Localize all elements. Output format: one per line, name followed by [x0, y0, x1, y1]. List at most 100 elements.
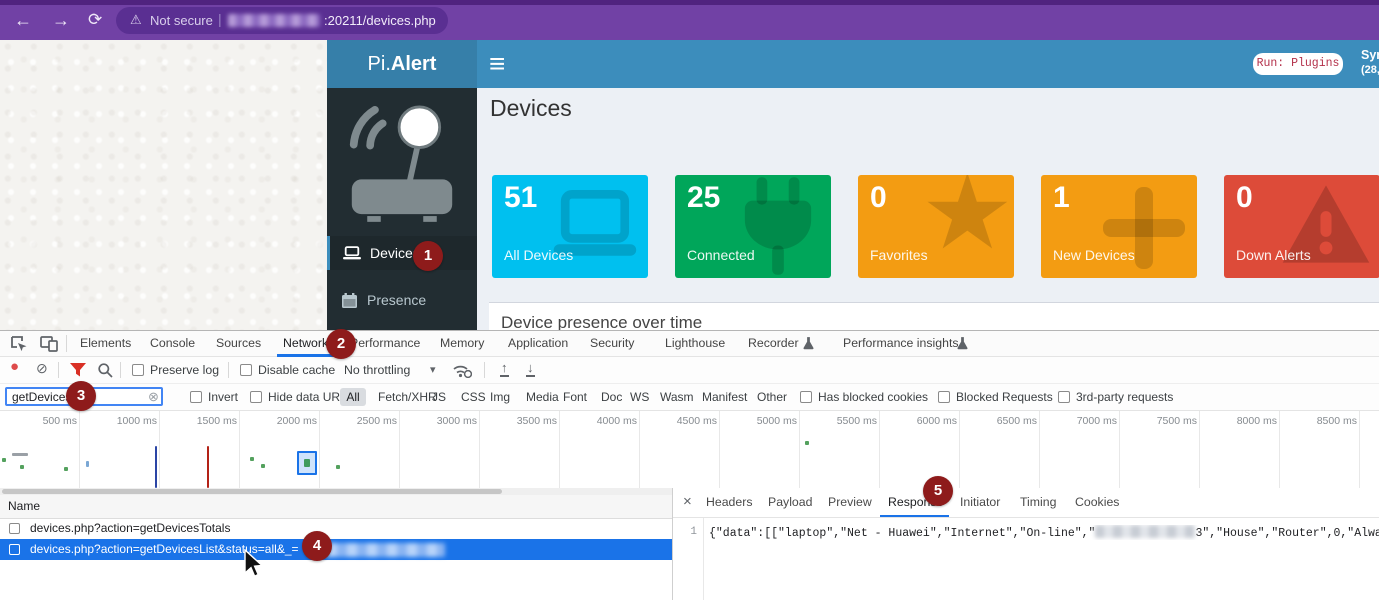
pialert-logo[interactable]: Pi.Alert: [327, 40, 477, 88]
flask-icon: [957, 337, 968, 350]
sidebar-item-devices[interactable]: Devices: [327, 236, 477, 270]
url-text[interactable]: :20211/devices.php: [324, 13, 436, 28]
type-filter[interactable]: Font: [563, 390, 587, 404]
detail-tab-timing[interactable]: Timing: [1020, 488, 1056, 517]
redacted-query-param: [317, 543, 445, 557]
detail-tab-preview[interactable]: Preview: [828, 488, 872, 517]
export-har-icon[interactable]: ↓: [526, 360, 535, 377]
disable-cache-label[interactable]: Disable cache: [258, 363, 335, 377]
tab-elements[interactable]: Elements: [80, 331, 131, 356]
timeline-tick: 5500 ms: [803, 415, 877, 427]
network-overview-timeline[interactable]: 500 ms 1000 ms 1500 ms 2000 ms 2500 ms 3…: [0, 411, 1379, 489]
type-filter[interactable]: Img: [490, 390, 510, 404]
record-icon[interactable]: ●: [10, 358, 19, 375]
stat-card-down-alerts[interactable]: 0 Down Alerts: [1224, 175, 1379, 278]
stat-value: 0: [870, 181, 887, 215]
type-filter[interactable]: Media: [526, 390, 559, 404]
filter-icon[interactable]: [70, 363, 86, 377]
stat-card-new-devices[interactable]: 1 New Devices: [1041, 175, 1197, 278]
request-mark: [2, 458, 6, 462]
preserve-log-label[interactable]: Preserve log: [150, 363, 219, 377]
third-party-requests-checkbox[interactable]: [1058, 391, 1070, 403]
divider: [673, 517, 1379, 518]
detail-tab-cookies[interactable]: Cookies: [1075, 488, 1119, 517]
divider: [58, 362, 59, 378]
type-filter[interactable]: JS: [432, 390, 446, 404]
throttling-select[interactable]: No throttling: [344, 363, 410, 377]
type-filter[interactable]: Doc: [601, 390, 622, 404]
search-icon[interactable]: [98, 363, 113, 378]
timeline-tick: 4500 ms: [643, 415, 717, 427]
detail-tab-initiator[interactable]: Initiator: [960, 488, 1000, 517]
tab-application[interactable]: Application: [508, 331, 568, 356]
dropdown-arrow-icon[interactable]: ▾: [430, 363, 436, 376]
divider: [484, 362, 485, 378]
address-bar[interactable]: ⚠ Not secure | :20211/devices.php: [116, 7, 448, 34]
request-mark: [336, 465, 340, 469]
tab-network[interactable]: Network: [283, 331, 328, 356]
timeline-tick: 2500 ms: [323, 415, 397, 427]
reload-icon[interactable]: ⟳: [88, 0, 102, 40]
name-column-header[interactable]: Name: [0, 495, 672, 519]
type-filter[interactable]: Fetch/XHR: [378, 390, 437, 404]
request-checkbox[interactable]: [9, 523, 20, 534]
close-icon[interactable]: ×: [683, 493, 692, 510]
blocked-requests-label[interactable]: Blocked Requests: [956, 390, 1053, 404]
tab-recorder[interactable]: Recorder: [748, 331, 799, 356]
tab-security[interactable]: Security: [590, 331, 634, 356]
network-filter-row: ⊗ Invert Hide data URLs All Fetch/XHR JS…: [0, 384, 1379, 411]
scrollbar-thumb[interactable]: [2, 489, 502, 494]
stat-card-favorites[interactable]: 0 ★ Favorites: [858, 175, 1014, 278]
stat-card-connected[interactable]: 25 Connected: [675, 175, 831, 278]
clear-input-icon[interactable]: ⊗: [148, 389, 159, 405]
tab-performance-insights[interactable]: Performance insights: [843, 331, 959, 356]
clear-icon[interactable]: ⊘: [36, 360, 48, 377]
security-label[interactable]: Not secure: [150, 13, 213, 28]
request-row[interactable]: devices.php?action=getDevicesTotals: [0, 518, 672, 540]
detail-tab-headers[interactable]: Headers: [706, 488, 752, 517]
preserve-log-checkbox[interactable]: [132, 364, 144, 376]
type-filter[interactable]: Other: [757, 390, 787, 404]
request-row-selected[interactable]: devices.php?action=getDevicesList&status…: [0, 539, 672, 560]
tab-lighthouse[interactable]: Lighthouse: [665, 331, 725, 356]
stat-card-all-devices[interactable]: 51 All Devices: [492, 175, 648, 278]
invert-label[interactable]: Invert: [208, 390, 238, 404]
inspect-element-icon[interactable]: [10, 335, 28, 353]
network-conditions-icon[interactable]: [452, 363, 472, 378]
hide-data-urls-checkbox[interactable]: [250, 391, 262, 403]
detail-tab-payload[interactable]: Payload: [768, 488, 812, 517]
tab-performance[interactable]: Performance: [350, 331, 420, 356]
third-party-requests-label[interactable]: 3rd-party requests: [1076, 390, 1173, 404]
sidebar-item-presence[interactable]: Presence: [327, 283, 477, 317]
annotation-step-2: 2: [326, 329, 356, 359]
forward-icon[interactable]: →: [52, 0, 70, 40]
type-filter-all[interactable]: All: [340, 388, 366, 406]
mouse-cursor-icon: [243, 549, 263, 579]
response-body[interactable]: {"data":[["laptop","Net - Huawei","Inter…: [709, 525, 1379, 540]
line-number-gutter-divider: [703, 518, 704, 600]
tab-sources[interactable]: Sources: [216, 331, 261, 356]
load-event-line: [207, 446, 209, 488]
run-plugins-button[interactable]: Run: Plugins: [1253, 53, 1343, 75]
disable-cache-checkbox[interactable]: [240, 364, 252, 376]
blocked-requests-checkbox[interactable]: [938, 391, 950, 403]
type-filter[interactable]: CSS: [461, 390, 486, 404]
invert-checkbox[interactable]: [190, 391, 202, 403]
type-filter[interactable]: WS: [630, 390, 649, 404]
stat-value: 51: [504, 181, 537, 215]
type-filter[interactable]: Wasm: [660, 390, 694, 404]
horizontal-scrollbar[interactable]: [0, 488, 672, 495]
timeline-tick: 5000 ms: [723, 415, 797, 427]
device-toolbar-icon[interactable]: [40, 336, 58, 352]
tab-memory[interactable]: Memory: [440, 331, 484, 356]
request-checkbox[interactable]: [9, 544, 20, 555]
timeline-tick: 4000 ms: [563, 415, 637, 427]
type-filter[interactable]: Manifest: [702, 390, 747, 404]
has-blocked-cookies-label[interactable]: Has blocked cookies: [818, 390, 928, 404]
tab-console[interactable]: Console: [150, 331, 195, 356]
back-icon[interactable]: ←: [14, 0, 32, 40]
has-blocked-cookies-checkbox[interactable]: [800, 391, 812, 403]
menu-icon[interactable]: ≡: [489, 42, 505, 86]
stat-label: Favorites: [870, 247, 928, 263]
import-har-icon[interactable]: ↑: [500, 360, 509, 377]
